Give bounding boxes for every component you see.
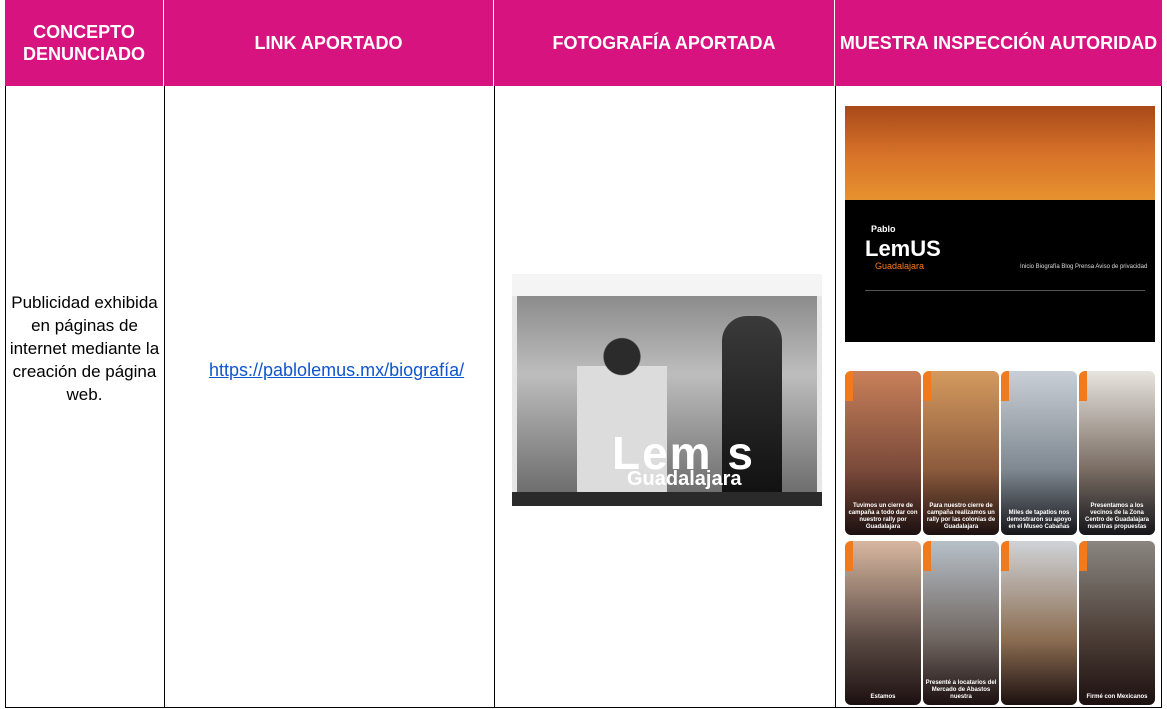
post-tile: Estamos [845, 541, 921, 705]
photo-city-text: Guadalajara [627, 468, 742, 490]
inspection-city: Guadalajara [875, 261, 925, 271]
header-link: LINK APORTADO [164, 0, 494, 86]
post-caption: Miles de tapatíos nos demostraron su apo… [1006, 510, 1072, 530]
tag-label [1001, 371, 1009, 401]
inspection-url-bar [845, 96, 1155, 106]
link-aportado[interactable]: https://pablolemus.mx/biografía/ [209, 358, 499, 382]
header-concepto-label: CONCEPTO DENUNCIADO [22, 22, 145, 64]
inspection-website: Pablo LemUS Guadalajara Inicio Biografía… [845, 96, 1155, 342]
post-tile: Firmé con Mexicanos [1079, 541, 1155, 705]
inspection-lemus: LemUS [865, 236, 941, 261]
post-tile: Presenté a locatarios del Mercado de Aba… [923, 541, 999, 705]
tag-label [923, 541, 931, 571]
taskbar [512, 492, 822, 506]
inspection-divider [865, 290, 1145, 291]
post-tile: Para nuestro cierre de campaña realizamo… [923, 371, 999, 535]
post-caption: Presenté a locatarios del Mercado de Aba… [925, 680, 997, 700]
post-caption: Tuvimos un cierre de campaña a todo dar … [848, 503, 918, 530]
inspection-name: Pablo [871, 224, 896, 234]
photo-screenshot: Lem s Guadalajara [512, 274, 822, 506]
tag-label [1079, 371, 1087, 401]
post-caption: Presentamos a los vecinos de la Zona Cen… [1084, 503, 1150, 530]
tag-label [1001, 541, 1009, 571]
post-tile: Tuvimos un cierre de campaña a todo dar … [845, 371, 921, 535]
header-muestra-label: MUESTRA INSPECCIÓN AUTORIDAD [839, 33, 1158, 53]
browser-bar [512, 274, 822, 296]
header-concepto: CONCEPTO DENUNCIADO [5, 0, 164, 86]
post-tile: Presentamos a los vecinos de la Zona Cen… [1079, 371, 1155, 535]
cell-foto: Lem s Guadalajara [494, 86, 835, 708]
header-foto-label: FOTOGRAFÍA APORTADA [552, 33, 776, 53]
post-tile [1001, 541, 1077, 705]
inspection-grid: Tuvimos un cierre de campaña a todo dar … [845, 371, 1155, 709]
post-tile: Miles de tapatíos nos demostraron su apo… [1001, 371, 1077, 535]
inspection-nav: Inicio Biografía Blog Prensa Aviso de pr… [1020, 264, 1148, 270]
post-caption: Para nuestro cierre de campaña realizamo… [926, 503, 996, 530]
concepto-text: Publicidad exhibida en páginas de intern… [9, 293, 160, 404]
tag-label [923, 371, 931, 401]
header-muestra: MUESTRA INSPECCIÓN AUTORIDAD [835, 0, 1162, 86]
tag-label [845, 371, 853, 401]
cell-link: https://pablolemus.mx/biografía/ [164, 86, 494, 708]
inspection-hero [845, 106, 1155, 200]
tag-label [845, 541, 853, 571]
tag-label [1079, 541, 1087, 571]
header-foto: FOTOGRAFÍA APORTADA [494, 0, 835, 86]
photo-scene: Lem s Guadalajara [517, 296, 817, 496]
post-caption: Firmé con Mexicanos [1086, 694, 1148, 700]
cell-concepto: Publicidad exhibida en páginas de intern… [5, 86, 164, 708]
post-caption: Estamos [870, 694, 896, 700]
header-link-label: LINK APORTADO [254, 33, 403, 53]
cell-muestra: Pablo LemUS Guadalajara Inicio Biografía… [835, 86, 1162, 708]
